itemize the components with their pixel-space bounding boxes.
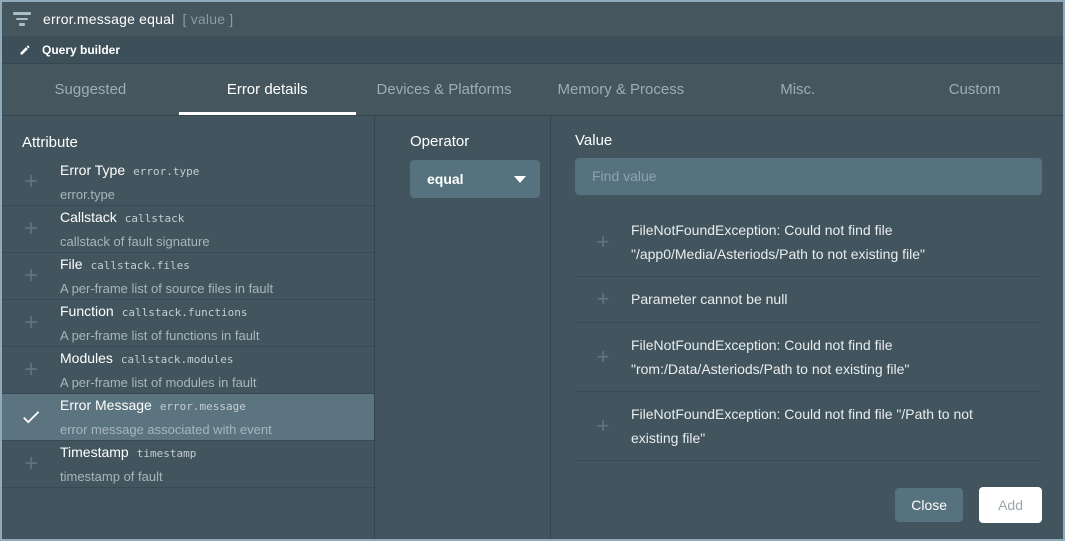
attribute-description: A per-frame list of modules in fault	[60, 371, 257, 394]
attribute-code: error.message	[160, 400, 246, 413]
value-text-line: FileNotFoundException: Could not find fi…	[631, 402, 1014, 450]
pencil-icon	[19, 44, 31, 56]
attribute-description: timestamp of fault	[60, 465, 196, 488]
attribute-description: A per-frame list of functions in fault	[60, 324, 259, 347]
attribute-title: Error Message	[60, 397, 152, 413]
chevron-down-icon	[514, 176, 526, 183]
attribute-description: callstack of fault signature	[60, 230, 210, 253]
query-builder-dialog: error.message equal [ value ] Query buil…	[2, 2, 1063, 539]
attribute-row-error-message[interactable]: Error Message error.message error message…	[2, 394, 374, 441]
attribute-row-timestamp[interactable]: + Timestamp timestamp timestamp of fault	[2, 441, 374, 488]
attribute-title: File	[60, 256, 83, 272]
plus-icon[interactable]: +	[597, 288, 610, 310]
category-tabs: Suggested Error details Devices & Platfo…	[2, 64, 1063, 116]
tab-devices-platforms[interactable]: Devices & Platforms	[356, 64, 533, 115]
builder-content: Attribute + Error Type error.type error.t…	[2, 116, 1063, 539]
attribute-row-callstack[interactable]: + Callstack callstack callstack of fault …	[2, 206, 374, 253]
attribute-description: error message associated with event	[60, 418, 272, 441]
value-list: + FileNotFoundException: Could not find …	[575, 208, 1042, 470]
tab-misc[interactable]: Misc.	[709, 64, 886, 115]
attribute-row-file[interactable]: + File callstack.files A per-frame list o…	[2, 253, 374, 300]
query-value-placeholder: [ value ]	[183, 11, 234, 27]
plus-icon[interactable]: +	[24, 264, 38, 288]
operator-select[interactable]: equal	[410, 160, 540, 198]
value-heading: Value	[575, 132, 1042, 149]
value-panel: Value + FileNotFoundException: Could not…	[551, 116, 1063, 539]
operator-selected-value: equal	[427, 171, 514, 187]
plus-icon[interactable]: +	[24, 311, 38, 335]
value-row[interactable]: + FileNotFoundException: Could not find …	[575, 208, 1042, 277]
attribute-title: Function	[60, 303, 114, 319]
find-value-input[interactable]	[575, 158, 1042, 195]
tab-memory-process[interactable]: Memory & Process	[532, 64, 709, 115]
tab-error-details[interactable]: Error details	[179, 64, 356, 115]
tab-custom[interactable]: Custom	[886, 64, 1063, 115]
attribute-code: callstack.modules	[121, 353, 234, 366]
value-row[interactable]: + FileNotFoundException: Could not find …	[575, 392, 1042, 461]
attribute-code: callstack.files	[91, 259, 190, 272]
query-text: error.message equal	[43, 11, 174, 27]
dialog-footer: Close Add	[575, 470, 1042, 539]
current-query-summary: error.message equal [ value ]	[43, 11, 233, 27]
check-icon	[2, 406, 60, 428]
value-text-line: FileNotFoundException: Could not find fi…	[631, 333, 909, 357]
operator-heading: Operator	[410, 133, 550, 150]
attribute-title: Timestamp	[60, 444, 129, 460]
attribute-title: Error Type	[60, 162, 125, 178]
value-row[interactable]: + FileNotFoundException: Could not find …	[575, 323, 1042, 392]
plus-icon[interactable]: +	[597, 346, 610, 368]
plus-icon[interactable]: +	[24, 170, 38, 194]
attribute-code: timestamp	[137, 447, 197, 460]
attribute-title: Callstack	[60, 209, 117, 225]
attribute-row-modules[interactable]: + Modules callstack.modules A per-frame l…	[2, 347, 374, 394]
plus-icon[interactable]: +	[24, 452, 38, 476]
attribute-description: error.type	[60, 183, 199, 206]
attribute-row-function[interactable]: + Function callstack.functions A per-fram…	[2, 300, 374, 347]
query-builder-bar[interactable]: Query builder	[2, 36, 1063, 64]
value-text-line: FileNotFoundException: Could not find fi…	[631, 218, 925, 242]
attribute-panel: Attribute + Error Type error.type error.t…	[2, 116, 375, 539]
query-builder-label: Query builder	[42, 43, 120, 57]
value-text-line: Parameter cannot be null	[631, 287, 787, 311]
attribute-code: callstack.functions	[122, 306, 248, 319]
attribute-heading: Attribute	[22, 134, 374, 151]
value-text-line: "/app0/Media/Asteriods/Path to not exist…	[631, 242, 925, 266]
attribute-description: A per-frame list of source files in faul…	[60, 277, 273, 300]
value-row[interactable]: + DivideByZeroException: Attempted to di…	[575, 461, 1042, 470]
filter-icon[interactable]	[12, 11, 32, 27]
attribute-code: callstack	[125, 212, 185, 225]
plus-icon[interactable]: +	[597, 231, 610, 253]
add-button[interactable]: Add	[979, 487, 1042, 523]
value-row[interactable]: + Parameter cannot be null	[575, 277, 1042, 323]
close-button[interactable]: Close	[895, 488, 963, 522]
tab-suggested[interactable]: Suggested	[2, 64, 179, 115]
title-bar: error.message equal [ value ]	[2, 2, 1063, 36]
attribute-code: error.type	[133, 165, 199, 178]
plus-icon[interactable]: +	[24, 358, 38, 382]
attribute-title: Modules	[60, 350, 113, 366]
value-text-line: "rom:/Data/Asteriods/Path to not existin…	[631, 357, 909, 381]
plus-icon[interactable]: +	[24, 217, 38, 241]
plus-icon[interactable]: +	[597, 415, 610, 437]
attribute-row-error-type[interactable]: + Error Type error.type error.type	[2, 159, 374, 206]
operator-panel: Operator equal	[375, 116, 551, 539]
